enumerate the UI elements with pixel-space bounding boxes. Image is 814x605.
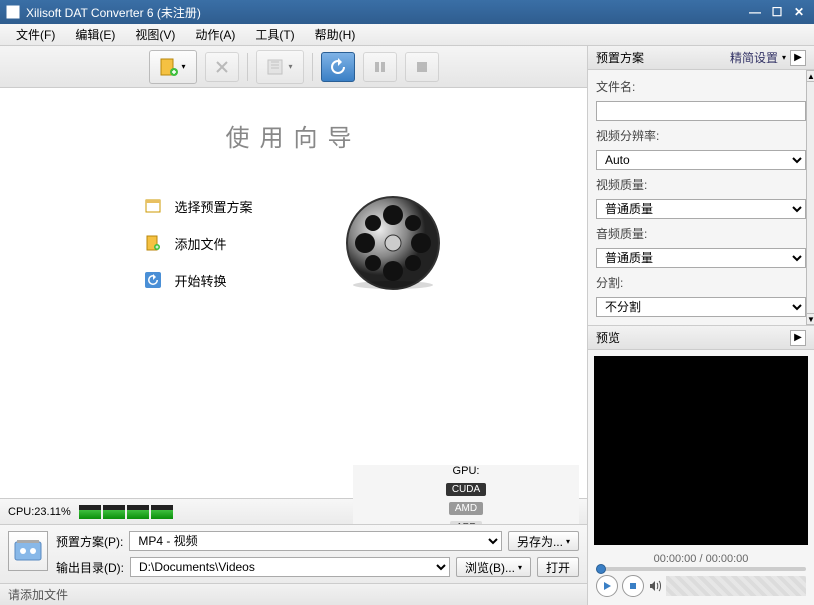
video-preview (594, 356, 808, 545)
window-title: Xilisoft DAT Converter 6 (未注册) (26, 4, 742, 21)
advanced-settings-link[interactable]: 精简设置 (730, 49, 778, 66)
menu-tools[interactable]: 工具(T) (245, 26, 304, 43)
output-dir-select[interactable]: D:\Documents\Videos (130, 557, 450, 577)
amd-chip: AMD (449, 502, 483, 515)
cpu-bar: CPU: 23.11% GPU: CUDA AMD APP (0, 498, 587, 524)
wizard-title: 使用向导 (226, 118, 362, 153)
menubar: 文件(F) 编辑(E) 视图(V) 动作(A) 工具(T) 帮助(H) (0, 24, 814, 46)
menu-view[interactable]: 视图(V) (125, 26, 185, 43)
time-display: 00:00:00 / 00:00:00 (588, 551, 814, 567)
film-reel-icon (343, 193, 443, 293)
wizard-step-convert[interactable]: 开始转换 (144, 271, 252, 290)
browse-button[interactable]: 浏览(B)...▾ (456, 557, 531, 577)
menu-help[interactable]: 帮助(H) (305, 26, 366, 43)
wizard-area: 使用向导 选择预置方案 添加文件 开始转换 (0, 88, 587, 498)
volume-icon[interactable] (648, 579, 662, 593)
app-icon (6, 5, 20, 19)
minimize-button[interactable]: — (746, 5, 764, 19)
profile-thumb-icon (8, 531, 48, 571)
pause-button[interactable] (363, 52, 397, 82)
split-select[interactable]: 不分割 (596, 297, 806, 317)
step-label: 添加文件 (174, 234, 226, 253)
audio-quality-label: 音频质量: (596, 225, 806, 242)
filename-label: 文件名: (596, 78, 806, 95)
profile-scheme-label: 预置方案(P): (56, 533, 123, 550)
cuda-chip: CUDA (446, 483, 486, 496)
preview-header: 预览 ▶ (588, 326, 814, 350)
addfile-icon (144, 234, 162, 252)
stop-playback-button[interactable] (622, 575, 644, 597)
wizard-step-addfile[interactable]: 添加文件 (144, 234, 252, 253)
toolbar: ▾ ▾ (0, 46, 587, 88)
menu-action[interactable]: 动作(A) (185, 26, 245, 43)
profile-icon (144, 197, 162, 215)
titlebar: Xilisoft DAT Converter 6 (未注册) — ☐ ✕ (0, 0, 814, 24)
wizard-step-profile[interactable]: 选择预置方案 (144, 197, 252, 216)
close-button[interactable]: ✕ (790, 5, 808, 19)
extra-controls (666, 576, 806, 596)
maximize-button[interactable]: ☐ (768, 5, 786, 19)
split-label: 分割: (596, 274, 806, 291)
video-quality-select[interactable]: 普通质量 (596, 199, 806, 219)
audio-quality-select[interactable]: 普通质量 (596, 248, 806, 268)
seek-slider[interactable] (596, 567, 806, 571)
preview-title: 预览 (596, 329, 620, 346)
settings-panel: 文件名: 视频分辨率: Auto 视频质量: 普通质量 音频质量: 普通质量 分… (588, 70, 814, 326)
menu-file[interactable]: 文件(F) (6, 26, 65, 43)
profile-scheme-select[interactable]: MP4 - 视频 (129, 531, 502, 551)
open-button[interactable]: 打开 (537, 557, 579, 577)
collapse-preview-button[interactable]: ▶ (790, 330, 806, 346)
convert-button[interactable] (321, 52, 355, 82)
convert-icon (144, 271, 162, 289)
profile-dropdown-button[interactable]: ▾ (256, 50, 304, 84)
cpu-value: 23.11% (34, 506, 71, 518)
cpu-meter (79, 505, 173, 519)
resolution-select[interactable]: Auto (596, 150, 806, 170)
output-dir-label: 输出目录(D): (56, 559, 124, 576)
resolution-label: 视频分辨率: (596, 127, 806, 144)
stop-button[interactable] (405, 52, 439, 82)
settings-scrollbar[interactable]: ▲▼ (806, 70, 814, 325)
settings-title: 预置方案 (596, 49, 644, 66)
cpu-label: CPU: (8, 506, 34, 518)
status-bar: 请添加文件 (0, 583, 587, 605)
collapse-settings-button[interactable]: ▶ (790, 50, 806, 66)
step-label: 开始转换 (174, 271, 226, 290)
add-file-button[interactable]: ▾ (149, 50, 197, 84)
video-quality-label: 视频质量: (596, 176, 806, 193)
save-as-button[interactable]: 另存为...▾ (508, 531, 579, 551)
step-label: 选择预置方案 (174, 197, 252, 216)
delete-button[interactable] (205, 52, 239, 82)
filename-input[interactable] (596, 101, 806, 121)
profile-panel: 预置方案(P): MP4 - 视频 另存为...▾ 输出目录(D): D:\Do… (0, 524, 587, 583)
menu-edit[interactable]: 编辑(E) (65, 26, 125, 43)
play-button[interactable] (596, 575, 618, 597)
gpu-label: GPU: (453, 465, 480, 477)
settings-header: 预置方案 精简设置 ▾ ▶ (588, 46, 814, 70)
